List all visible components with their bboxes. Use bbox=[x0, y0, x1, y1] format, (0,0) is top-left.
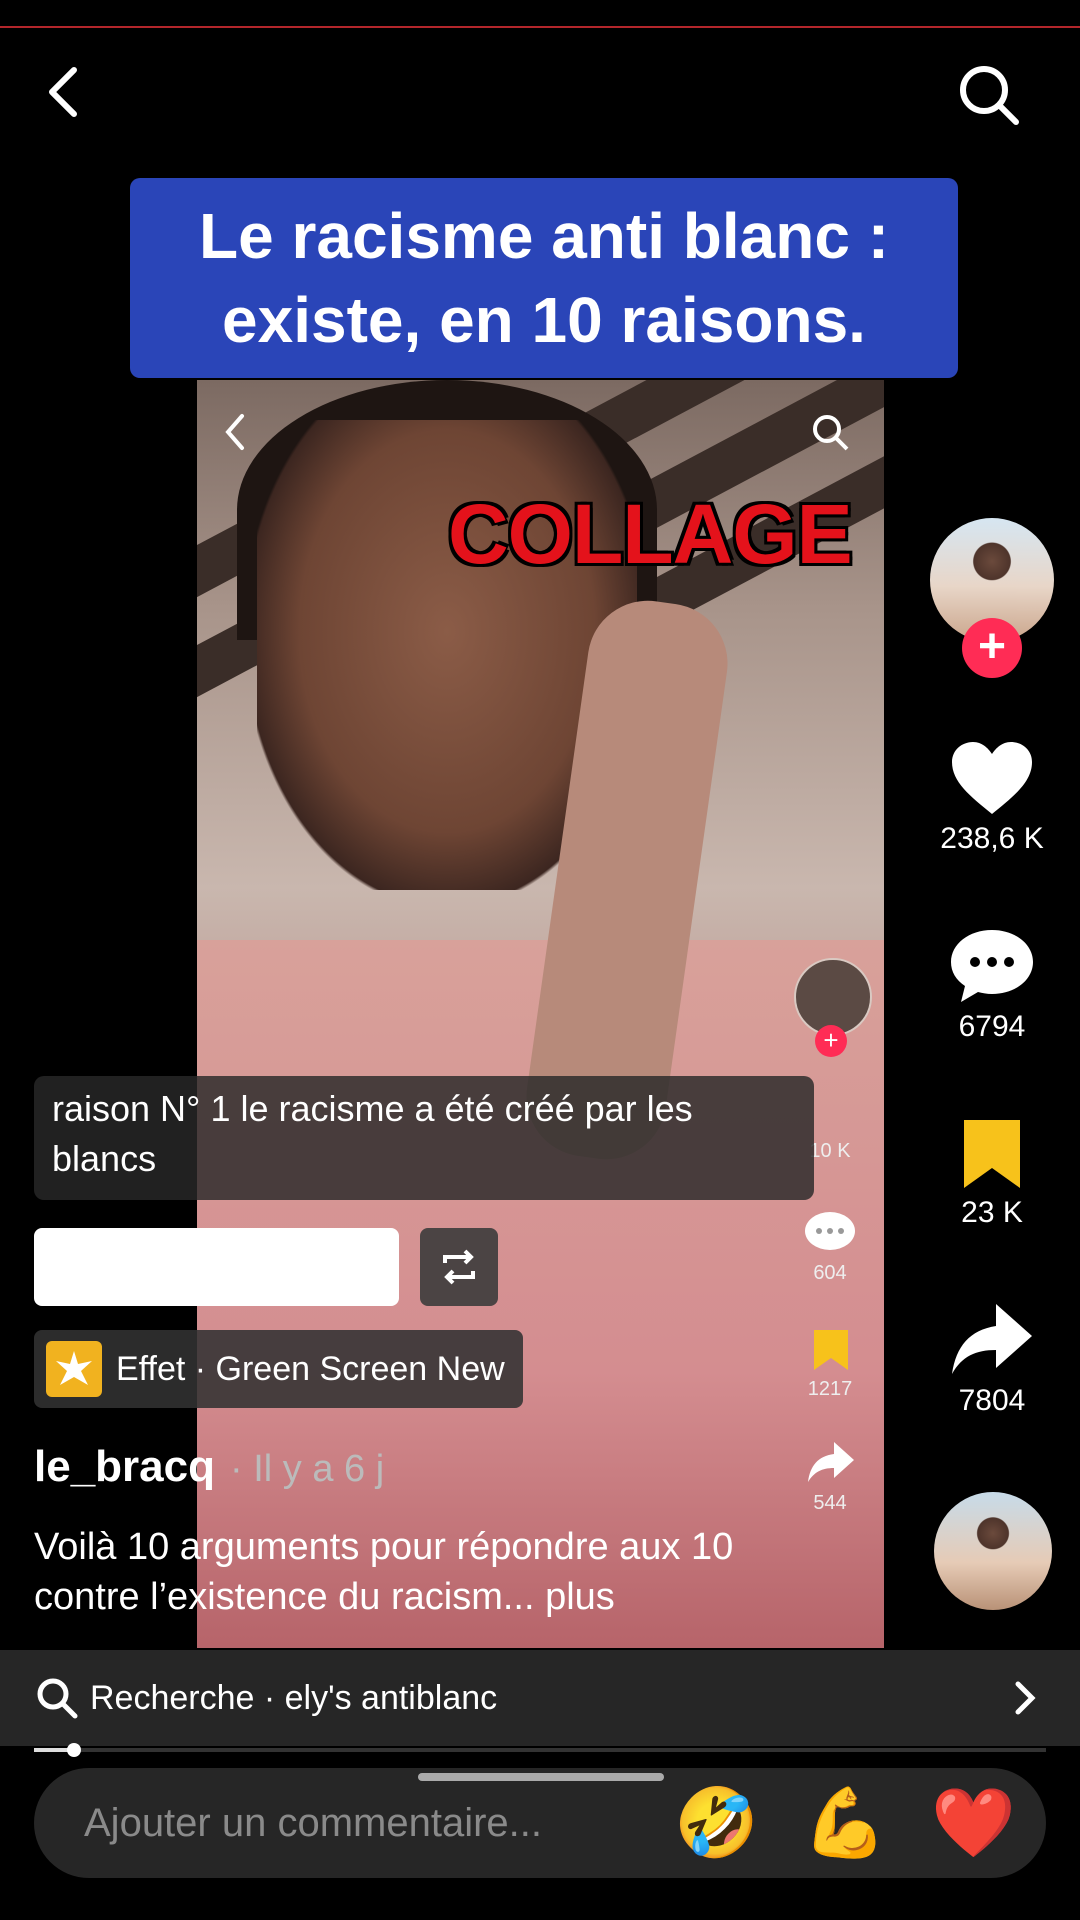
inner-comment-icon bbox=[803, 1210, 857, 1261]
inner-back-icon bbox=[222, 412, 248, 452]
comment-input[interactable]: Ajouter un commentaire... bbox=[84, 1801, 674, 1846]
emoji-heart[interactable]: ❤️ bbox=[931, 1783, 1016, 1863]
title-banner: Le racisme anti blanc : existe, en 10 ra… bbox=[130, 178, 958, 378]
effect-label: Effet · Green Screen New bbox=[116, 1349, 505, 1388]
search-icon bbox=[37, 1678, 78, 1719]
inner-shares: 544 bbox=[813, 1492, 847, 1514]
sound-avatar[interactable] bbox=[934, 1492, 1052, 1610]
save-button[interactable]: 23 K bbox=[930, 1118, 1054, 1230]
comment-bar: Ajouter un commentaire... 🤣 💪 ❤️ bbox=[34, 1768, 1046, 1878]
search-button[interactable] bbox=[956, 62, 1022, 128]
emoji-muscle[interactable]: 💪 bbox=[803, 1783, 888, 1863]
blank-field bbox=[34, 1228, 399, 1306]
progress-handle[interactable] bbox=[67, 1743, 81, 1757]
overlay-text: COLLAGE bbox=[448, 487, 853, 581]
title-line-2: existe, en 10 raisons. bbox=[222, 284, 866, 356]
comment-count: 6794 bbox=[958, 1010, 1026, 1043]
share-button[interactable]: 7804 bbox=[930, 1302, 1054, 1418]
chevron-right-icon bbox=[1015, 1681, 1036, 1715]
inner-follow-icon: + bbox=[815, 1025, 847, 1057]
like-button[interactable]: 238,6 K bbox=[930, 740, 1054, 856]
like-count: 238,6 K bbox=[940, 822, 1044, 855]
back-button[interactable] bbox=[40, 62, 90, 122]
follow-button[interactable]: + bbox=[962, 618, 1022, 678]
title-line-1: Le racisme anti blanc : bbox=[198, 200, 890, 272]
heart-icon bbox=[952, 742, 1032, 814]
effect-icon bbox=[46, 1341, 102, 1397]
inner-search-icon bbox=[810, 412, 850, 452]
inner-bookmark-icon bbox=[812, 1328, 850, 1377]
emoji-laugh[interactable]: 🤣 bbox=[674, 1783, 759, 1863]
search-icon bbox=[960, 66, 1019, 125]
chevron-left-icon bbox=[49, 67, 77, 117]
username-link[interactable]: le_bracq bbox=[34, 1442, 215, 1492]
bookmark-icon bbox=[964, 1120, 1020, 1188]
share-count: 7804 bbox=[958, 1384, 1026, 1417]
save-count: 23 K bbox=[961, 1196, 1023, 1229]
comment-icon bbox=[951, 930, 1033, 1002]
post-description[interactable]: Voilà 10 arguments pour répondre aux 10 … bbox=[34, 1522, 834, 1622]
home-indicator bbox=[418, 1773, 664, 1781]
repost-button[interactable] bbox=[420, 1228, 498, 1306]
search-suggestion-bar[interactable]: Recherche · ely's antiblanc bbox=[0, 1650, 1080, 1746]
inner-comments: 604 bbox=[813, 1262, 847, 1284]
comment-button[interactable]: 6794 bbox=[930, 928, 1054, 1044]
search-suggestion-label: Recherche · ely's antiblanc bbox=[90, 1678, 498, 1717]
caption: raison N° 1 le racisme a été créé par le… bbox=[34, 1076, 814, 1200]
inner-share-icon bbox=[806, 1440, 856, 1489]
inner-saves: 1217 bbox=[807, 1378, 853, 1400]
progress-track[interactable] bbox=[34, 1748, 1046, 1752]
post-time: · Il y a 6 j bbox=[230, 1448, 385, 1490]
share-icon bbox=[952, 1304, 1032, 1374]
effect-tag[interactable]: Effet · Green Screen New bbox=[34, 1330, 523, 1408]
status-divider bbox=[0, 26, 1080, 28]
repost-icon bbox=[443, 1249, 475, 1285]
